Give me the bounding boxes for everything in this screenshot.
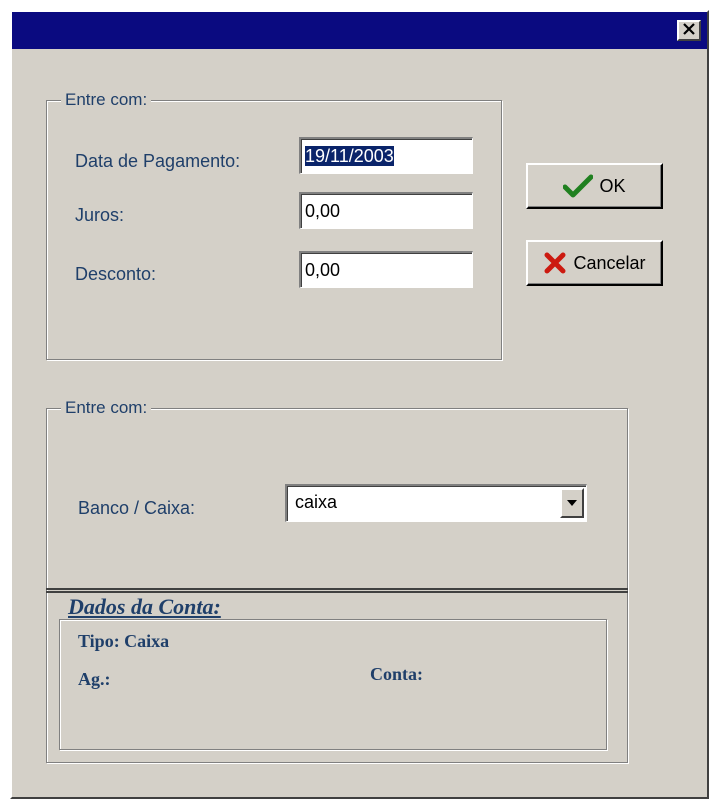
group-legend: Entre com:: [61, 398, 152, 418]
section-divider: [46, 588, 628, 593]
dialog-window: Entre com: Data de Pagamento: 19/11/2003…: [10, 10, 709, 799]
cancel-button[interactable]: Cancelar: [526, 240, 663, 286]
data-pagamento-input[interactable]: 19/11/2003: [299, 137, 473, 174]
banco-caixa-select[interactable]: caixa: [285, 484, 587, 522]
conta-label: Conta:: [370, 664, 423, 684]
chevron-down-icon: [567, 500, 577, 506]
desconto-input[interactable]: 0,00: [299, 251, 473, 288]
agencia-label: Ag.:: [78, 669, 111, 689]
group-legend: Entre com:: [61, 90, 152, 110]
banco-caixa-value: caixa: [295, 492, 338, 512]
tipo-text: Tipo: Caixa: [78, 631, 170, 651]
close-button[interactable]: [677, 20, 701, 41]
data-pagamento-value: 19/11/2003: [305, 146, 394, 166]
dropdown-button[interactable]: [560, 488, 584, 518]
checkmark-icon: [563, 174, 594, 198]
ok-label: OK: [599, 175, 626, 196]
juros-label: Juros:: [75, 205, 125, 225]
title-bar: [12, 12, 707, 49]
cancel-label: Cancelar: [573, 252, 646, 273]
desconto-label: Desconto:: [75, 264, 157, 284]
juros-input[interactable]: 0,00: [299, 192, 473, 229]
account-heading: Dados da Conta:: [68, 594, 221, 619]
ok-button[interactable]: OK: [526, 163, 663, 209]
close-icon: [683, 23, 695, 35]
x-icon: [544, 252, 566, 274]
data-pagamento-label: Data de Pagamento:: [75, 151, 241, 171]
banco-caixa-label: Banco / Caixa:: [78, 498, 196, 518]
